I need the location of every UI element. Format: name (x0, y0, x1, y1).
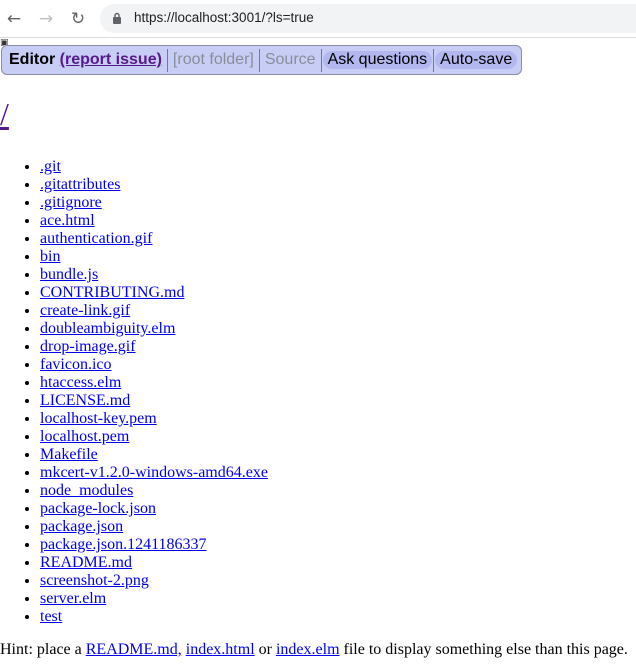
editor-menu-bar: Editor (report issue) [root folder] Sour… (1, 45, 523, 75)
root-path-link[interactable]: / (0, 96, 9, 132)
browser-toolbar: ← → ↻ https://localhost:3001/?ls=true (0, 0, 636, 38)
file-link[interactable]: package-lock.json (40, 500, 156, 517)
list-item: htaccess.elm (40, 374, 268, 392)
list-item: mkcert-v1.2.0-windows-amd64.exe (40, 464, 268, 482)
file-link[interactable]: bin (40, 248, 60, 265)
list-item: LICENSE.md (40, 392, 268, 410)
file-link[interactable]: create-link.gif (40, 302, 130, 319)
file-link[interactable]: mkcert-v1.2.0-windows-amd64.exe (40, 464, 268, 481)
file-link[interactable]: test (40, 608, 62, 625)
list-item: CONTRIBUTING.md (40, 284, 268, 302)
auto-save-button[interactable]: Auto-save (435, 51, 518, 69)
file-link[interactable]: screenshot-2.png (40, 572, 149, 589)
list-item: authentication.gif (40, 230, 268, 248)
back-arrow-icon[interactable]: ← (4, 9, 24, 29)
list-item: package.json (40, 518, 268, 536)
file-link[interactable]: README.md (40, 554, 132, 571)
file-link[interactable]: server.elm (40, 590, 106, 607)
list-item: create-link.gif (40, 302, 268, 320)
file-link[interactable]: .git (40, 158, 61, 175)
ask-questions-button[interactable]: Ask questions (322, 51, 433, 69)
list-item: test (40, 608, 268, 626)
list-item: bin (40, 248, 268, 266)
list-item: localhost-key.pem (40, 410, 268, 428)
file-link[interactable]: Makefile (40, 446, 98, 463)
index-elm-link[interactable]: index.elm (276, 641, 340, 658)
file-link[interactable]: node_modules (40, 482, 133, 499)
list-item: drop-image.gif (40, 338, 268, 356)
list-item: package.json.1241186337 (40, 536, 268, 554)
file-link[interactable]: drop-image.gif (40, 338, 136, 355)
list-item: server.elm (40, 590, 268, 608)
file-link[interactable]: bundle.js (40, 266, 98, 283)
list-item: doubleambiguity.elm (40, 320, 268, 338)
list-item: bundle.js (40, 266, 268, 284)
file-link[interactable]: .gitignore (40, 194, 102, 211)
list-item: screenshot-2.png (40, 572, 268, 590)
root-folder-button[interactable]: [root folder] (168, 51, 259, 69)
hint-prefix: Hint: place a (0, 641, 86, 658)
page-title: / (0, 96, 9, 133)
file-link[interactable]: localhost-key.pem (40, 410, 157, 427)
address-bar[interactable]: https://localhost:3001/?ls=true (100, 4, 636, 33)
editor-label: Editor (9, 51, 56, 68)
file-link[interactable]: ace.html (40, 212, 95, 229)
readme-link[interactable]: README.md, (86, 641, 182, 658)
list-item: .gitattributes (40, 176, 268, 194)
file-link[interactable]: package.json.1241186337 (40, 536, 206, 553)
list-item: README.md (40, 554, 268, 572)
file-link[interactable]: favicon.ico (40, 356, 112, 373)
report-issue-link[interactable]: (report issue) (60, 51, 162, 68)
file-link[interactable]: .gitattributes (40, 176, 120, 193)
file-link[interactable]: CONTRIBUTING.md (40, 284, 184, 301)
url-text[interactable]: https://localhost:3001/?ls=true (134, 10, 314, 25)
index-html-link[interactable]: index.html (186, 641, 255, 658)
file-list: .git.gitattributes.gitignoreace.htmlauth… (0, 158, 268, 626)
list-item: .git (40, 158, 268, 176)
list-item: favicon.ico (40, 356, 268, 374)
forward-arrow-icon[interactable]: → (36, 9, 56, 29)
file-link[interactable]: localhost.pem (40, 428, 129, 445)
source-button[interactable]: Source (260, 51, 321, 69)
file-link[interactable]: package.json (40, 518, 123, 535)
file-link[interactable]: LICENSE.md (40, 392, 130, 409)
list-item: localhost.pem (40, 428, 268, 446)
list-item: ace.html (40, 212, 268, 230)
reload-icon[interactable]: ↻ (68, 9, 88, 29)
file-link[interactable]: authentication.gif (40, 230, 152, 247)
list-item: .gitignore (40, 194, 268, 212)
editor-title: Editor (report issue) (4, 51, 167, 69)
menu-divider (433, 48, 435, 72)
menu-divider (320, 48, 322, 72)
file-link[interactable]: doubleambiguity.elm (40, 320, 175, 337)
hint-or: or (254, 641, 276, 658)
hint-suffix: file to display something else than this… (339, 641, 628, 658)
list-item: package-lock.json (40, 500, 268, 518)
file-link[interactable]: htaccess.elm (40, 374, 121, 391)
hint-text: Hint: place a README.md, index.html or i… (0, 641, 628, 659)
lock-icon (113, 12, 121, 24)
list-item: Makefile (40, 446, 268, 464)
list-item: node_modules (40, 482, 268, 500)
